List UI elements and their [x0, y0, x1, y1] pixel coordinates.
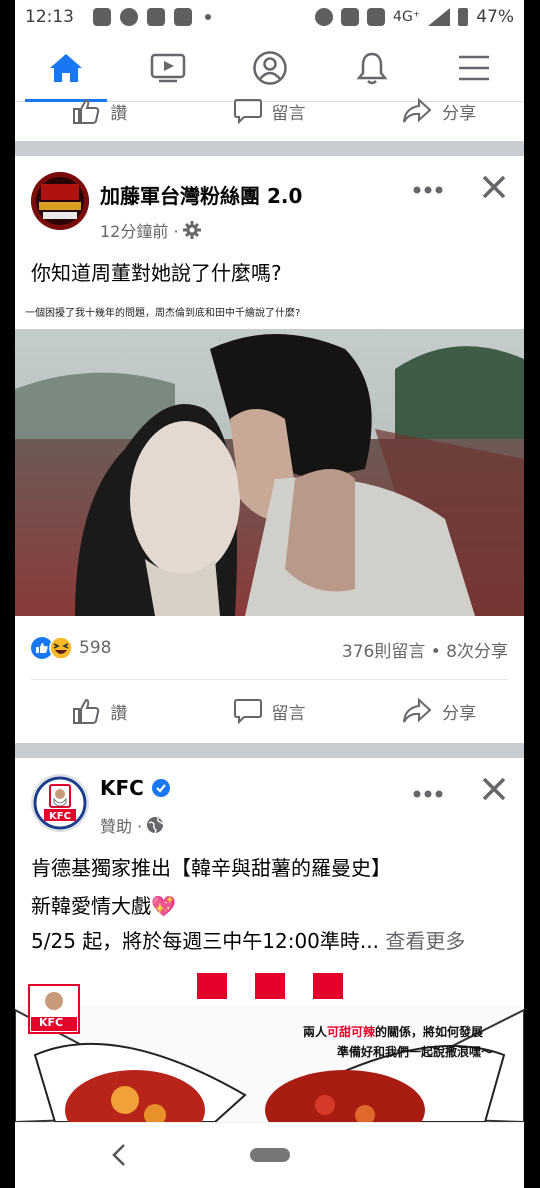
- sim-icon: [174, 8, 192, 26]
- tab-notifications[interactable]: [321, 36, 423, 100]
- more-options-button[interactable]: [413, 784, 443, 803]
- battery-level: 47%: [476, 7, 514, 27]
- cast-icon: [341, 8, 360, 26]
- dot-icon: [205, 14, 211, 20]
- signal-icon: [428, 8, 451, 26]
- image-caption: 一個困擾了我十幾年的問題，周杰倫到底和田中千繪說了什麼?: [25, 308, 301, 319]
- ad-banner-image[interactable]: KFC 兩人可甜可辣的關係，將如何發展 準備好和我們一起說撒浪嘿～: [15, 965, 524, 1122]
- page-name[interactable]: KFC: [100, 776, 144, 800]
- status-time: 12:13: [25, 7, 74, 27]
- post-image[interactable]: [15, 329, 524, 616]
- post-meta: 贊助 ·: [100, 813, 164, 837]
- hide-post-button[interactable]: [481, 174, 507, 204]
- home-pill-button[interactable]: [250, 1148, 290, 1162]
- page-avatar[interactable]: [31, 172, 89, 230]
- system-navigation-bar: [15, 1122, 524, 1188]
- hamburger-menu-icon: [459, 55, 489, 81]
- ad-text-line-2: 新韓愛情大戲💖: [31, 894, 176, 918]
- comment-icon: [233, 699, 262, 724]
- reaction-count: 598: [79, 638, 112, 658]
- svg-text:KFC: KFC: [49, 811, 71, 822]
- more-options-button[interactable]: [413, 180, 443, 199]
- gear-icon: [182, 221, 201, 239]
- top-navigation: [15, 36, 524, 102]
- ad-banner-tagline-1: 兩人可甜可辣的關係，將如何發展: [303, 1025, 484, 1039]
- alarm-icon: [315, 8, 334, 26]
- sponsored-post-card: KFC KFC 贊助 · 肯德基獨家推出【韓辛與甜薯的羅曼史】 新韓愛情大戲💖 …: [15, 758, 524, 1122]
- ad-text-line-1: 肯德基獨家推出【韓辛與甜薯的羅曼史】: [31, 856, 391, 880]
- post-time[interactable]: 12分鐘前 ·: [100, 218, 179, 242]
- previous-post-actions: 讚 留言 分享: [15, 96, 524, 126]
- like-button[interactable]: 讚: [15, 686, 185, 736]
- app-screen: 12:13 4G⁺ 47% 讚 留言 分享 加藤軍台灣粉絲團 2.0 12分鐘前…: [15, 0, 524, 1188]
- comment-button[interactable]: 留言: [185, 686, 355, 736]
- share-icon: [403, 698, 432, 723]
- home-icon: [50, 54, 82, 82]
- verified-badge-icon: [151, 779, 170, 797]
- comment-icon: [233, 99, 262, 124]
- share-button[interactable]: 分享: [354, 96, 524, 126]
- kfc-logo-icon: KFC: [33, 776, 87, 830]
- hide-post-button[interactable]: [481, 776, 507, 806]
- post-meta: 12分鐘前 ·: [100, 218, 201, 242]
- thumbs-up-icon: [73, 98, 100, 124]
- post-actions: 讚 留言 分享: [15, 686, 524, 736]
- tab-menu[interactable]: [423, 36, 524, 100]
- post-divider: [15, 141, 524, 156]
- tab-watch[interactable]: [117, 36, 219, 100]
- kfc-logo-text: KFC: [39, 1016, 64, 1029]
- sponsor-name-row: KFC: [100, 776, 170, 800]
- globe-icon: [147, 817, 164, 834]
- post-text: 你知道周董對她說了什麼嗎?: [31, 261, 282, 285]
- back-chevron-icon: [112, 1144, 125, 1166]
- android-icon: [147, 8, 165, 26]
- tab-profile[interactable]: [219, 36, 321, 100]
- page-avatar[interactable]: KFC: [31, 774, 89, 832]
- bell-icon: [356, 52, 388, 85]
- share-icon: [403, 98, 432, 123]
- page-name[interactable]: 加藤軍台灣粉絲團 2.0: [100, 180, 302, 209]
- profile-icon: [253, 51, 287, 85]
- close-icon: [482, 175, 506, 199]
- see-more-link[interactable]: 查看更多: [385, 929, 465, 953]
- share-button[interactable]: 分享: [354, 686, 524, 736]
- haha-reaction-icon: [49, 636, 73, 660]
- android-icon: [93, 8, 111, 26]
- tab-home[interactable]: [15, 36, 117, 102]
- like-button[interactable]: 讚: [15, 96, 185, 126]
- post-photo: [15, 329, 524, 616]
- post-divider: [15, 743, 524, 758]
- actions-separator: [31, 679, 508, 680]
- ad-text-line-3: 5/25 起，將於每週三中午12:00準時... 查看更多: [31, 929, 466, 953]
- ad-banner-tagline-2: 準備好和我們一起說撒浪嘿～: [337, 1045, 494, 1059]
- post-card: 加藤軍台灣粉絲團 2.0 12分鐘前 · 你知道周董對她說了什麼嗎? 一個困擾了…: [15, 156, 524, 743]
- more-dots-icon: [413, 186, 443, 194]
- battery-icon: [458, 8, 469, 26]
- comment-button[interactable]: 留言: [185, 96, 355, 126]
- sponsored-label[interactable]: 贊助 ·: [100, 813, 142, 837]
- watch-icon: [150, 53, 186, 83]
- kato-army-logo-icon: [31, 172, 89, 230]
- back-button[interactable]: [111, 1143, 127, 1171]
- close-icon: [482, 777, 506, 801]
- more-dots-icon: [413, 790, 443, 798]
- reaction-summary[interactable]: 598: [31, 636, 111, 660]
- thumbs-up-icon: [73, 698, 100, 724]
- comment-share-counts[interactable]: 376則留言 • 8次分享: [342, 637, 508, 662]
- messenger-icon: [120, 8, 138, 26]
- network-type: 4G⁺: [393, 9, 421, 25]
- status-bar: 12:13 4G⁺ 47%: [15, 0, 524, 36]
- mute-icon: [367, 8, 386, 26]
